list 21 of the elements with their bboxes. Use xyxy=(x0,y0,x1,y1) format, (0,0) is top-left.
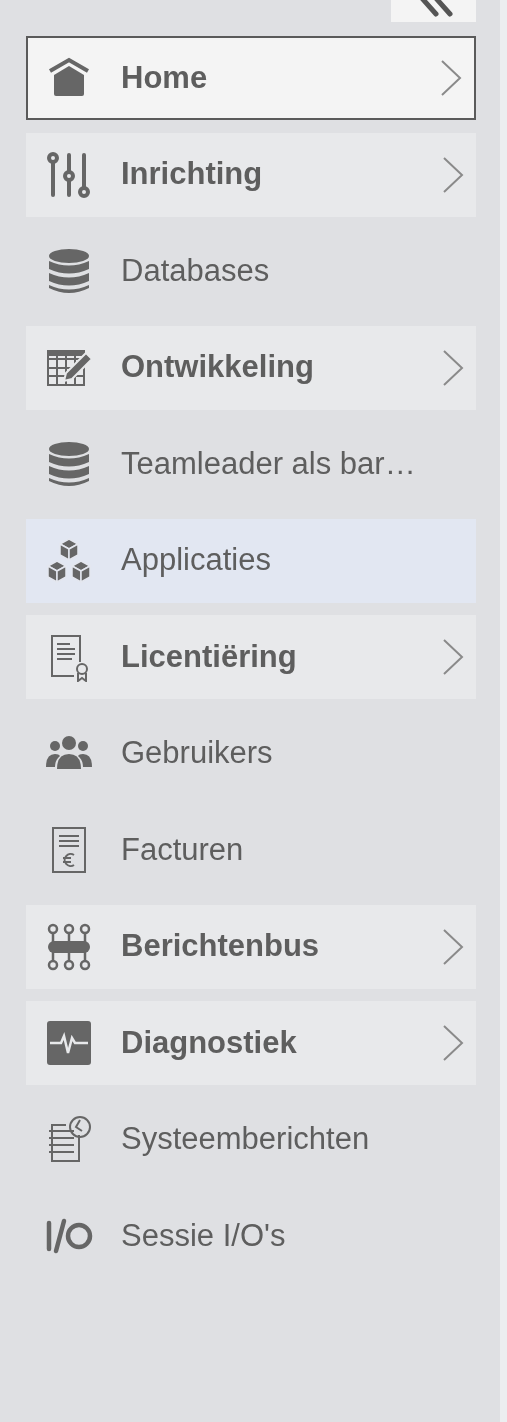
menu-item[interactable]: Berichtenbus xyxy=(26,904,476,989)
chevron-right-icon xyxy=(442,639,464,675)
menu-item[interactable]: Databases xyxy=(26,229,476,313)
menu-item[interactable]: Diagnostiek xyxy=(26,1001,476,1085)
chevron-right-icon xyxy=(440,60,462,96)
pulse-icon xyxy=(44,1018,94,1068)
chevron-right-icon xyxy=(442,1025,464,1061)
chevron-right-icon xyxy=(442,928,464,965)
menu-item[interactable]: Facturen xyxy=(26,808,476,892)
menu-item[interactable]: Gebruikers xyxy=(26,711,476,796)
chevron-right-icon xyxy=(442,156,464,193)
menu-item[interactable]: Licentiëring xyxy=(26,615,476,699)
chevron-right-icon xyxy=(442,349,464,386)
collapse-button[interactable] xyxy=(391,0,476,22)
menu-item[interactable]: Sessie I/O's xyxy=(26,1194,476,1278)
menu-item[interactable]: Applicaties xyxy=(26,518,476,603)
menu-item[interactable]: Teamleader als bar… xyxy=(26,422,476,506)
menu-item[interactable]: Inrichting xyxy=(26,132,476,217)
menu-item[interactable]: Ontwikkeling xyxy=(26,325,476,410)
menu-item[interactable]: Home xyxy=(26,36,476,120)
menu-item[interactable]: Systeemberichten xyxy=(26,1097,476,1182)
